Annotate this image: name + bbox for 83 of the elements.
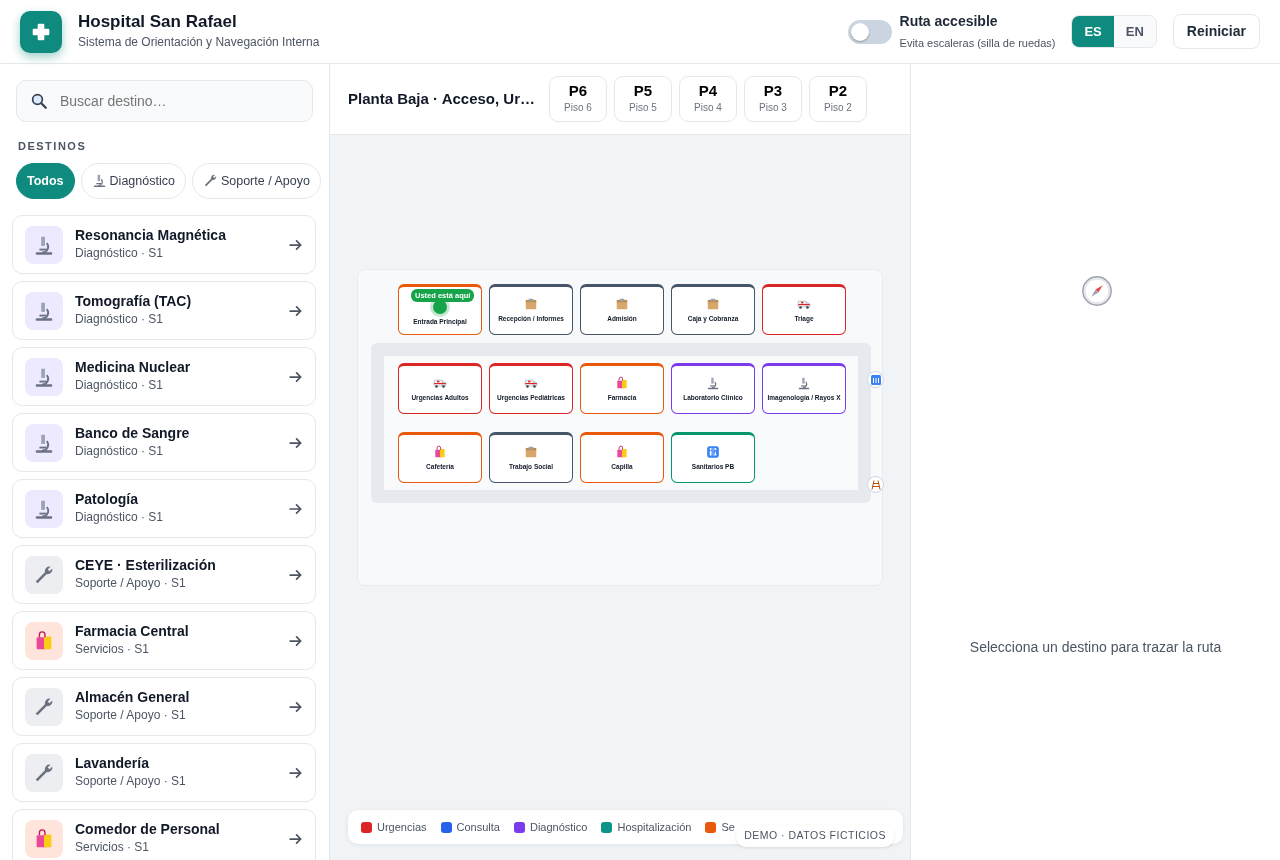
legend-label: Urgencias [377,819,427,835]
arrow-right-icon [289,633,303,648]
arrow-right-icon [289,303,303,318]
search-field[interactable]: Buscar destino… [16,80,313,122]
box-icon [615,297,629,312]
destination-detail: Diagnóstico · S1 [75,245,165,263]
language-option[interactable]: ES [1072,15,1114,48]
demo-badge: DEMO · DATOS FICTICIOS [736,825,894,847]
destination-item[interactable]: Lavandería Soporte / Apoyo · S1 [12,743,316,803]
ambulance-icon [797,297,811,312]
filter-chip[interactable]: Soporte / Apoyo [191,162,321,200]
arrow-right-icon [289,831,303,846]
destination-detail: Diagnóstico · S1 [75,377,165,395]
shopping-bag-icon [615,445,629,460]
destination-name: Tomografía (TAC) [75,293,193,311]
destination-detail: Diagnóstico · S1 [75,509,165,527]
logo-icon [20,10,62,53]
shopping-bag-icon [615,376,629,391]
legend-label: Consulta [456,819,500,835]
arrow-right-icon [289,501,303,516]
arrow-right-icon [289,369,303,384]
box-icon [706,297,720,312]
floor-tab[interactable]: P4 Piso 4 [679,76,737,122]
box-icon [524,445,538,460]
legend-label: Diagnóstico [529,819,588,835]
empty-route-message: Selecciona un destino para trazar la ruta [968,638,1223,657]
destination-item[interactable]: Medicina Nuclear Diagnóstico · S1 [12,347,316,407]
box-icon [524,297,538,312]
arrow-right-icon [289,237,303,252]
microscope-icon [797,376,811,391]
destination-name: Almacén General [75,689,191,707]
app-title: Hospital San Rafael [78,12,238,33]
restroom-icon [706,445,720,460]
legend-label: Se [721,819,735,835]
section-heading: DESTINOS [18,139,88,154]
filter-chip[interactable]: Diagnóstico [80,162,186,200]
destination-detail: Soporte / Apoyo · S1 [75,707,187,725]
destination-detail: Servicios · S1 [75,641,151,659]
destination-item[interactable]: Comedor de Personal Servicios · S1 [12,809,316,860]
language-option[interactable]: EN [1113,15,1156,48]
destination-name: Farmacia Central [75,623,190,641]
shopping-bag-icon [433,445,447,460]
destination-name: CEYE · Esterilización [75,557,217,575]
destination-item[interactable]: Banco de Sangre Diagnóstico · S1 [12,413,316,473]
floor-tab[interactable]: P3 Piso 3 [744,76,802,122]
reset-button[interactable]: Reiniciar [1172,14,1260,49]
compass-icon [1080,274,1114,308]
arrow-right-icon [289,765,303,780]
ambulance-icon [524,376,538,391]
destination-detail: Diagnóstico · S1 [75,311,165,329]
ambulance-icon [433,376,447,391]
wrench-icon [202,173,218,189]
destination-item[interactable]: Resonancia Magnética Diagnóstico · S1 [12,215,316,275]
app-subtitle: Sistema de Orientación y Navegación Interna [78,33,320,51]
destination-detail: Servicios · S1 [75,839,151,857]
destination-item[interactable]: Patología Diagnóstico · S1 [12,479,316,539]
arrow-right-icon [289,567,303,582]
destination-detail: Diagnóstico · S1 [75,443,165,461]
arrow-right-icon [289,435,303,450]
arrow-right-icon [289,699,303,714]
toggle-hint: Evita escaleras (silla de ruedas) [899,36,1056,52]
microscope-icon [706,376,720,391]
microscope-icon [91,173,107,189]
filter-chip[interactable]: Todos [16,162,75,200]
destination-item[interactable]: Farmacia Central Servicios · S1 [12,611,316,671]
floor-tab[interactable]: P6 Piso 6 [549,76,607,122]
destination-item[interactable]: Almacén General Soporte / Apoyo · S1 [12,677,316,737]
destination-detail: Soporte / Apoyo · S1 [75,575,187,593]
destination-detail: Soporte / Apoyo · S1 [75,773,187,791]
toggle-label: Ruta accesible [899,12,999,32]
destination-name: Banco de Sangre [75,425,191,443]
destination-name: Medicina Nuclear [75,359,192,377]
destination-name: Patología [75,491,139,509]
destination-name: Resonancia Magnética [75,227,227,245]
destination-name: Comedor de Personal [75,821,221,839]
floor-tab[interactable]: P5 Piso 5 [614,76,672,122]
floor-tab[interactable]: P2 Piso 2 [809,76,867,122]
destination-item[interactable]: Tomografía (TAC) Diagnóstico · S1 [12,281,316,341]
toggle-switch[interactable] [847,19,892,44]
floor-title: Planta Baja · Acceso, Ur… [348,88,535,109]
legend-label: Hospitalización [617,819,692,835]
destination-item[interactable]: CEYE · Esterilización Soporte / Apoyo · S1 [12,545,316,605]
destination-name: Lavandería [75,755,150,773]
